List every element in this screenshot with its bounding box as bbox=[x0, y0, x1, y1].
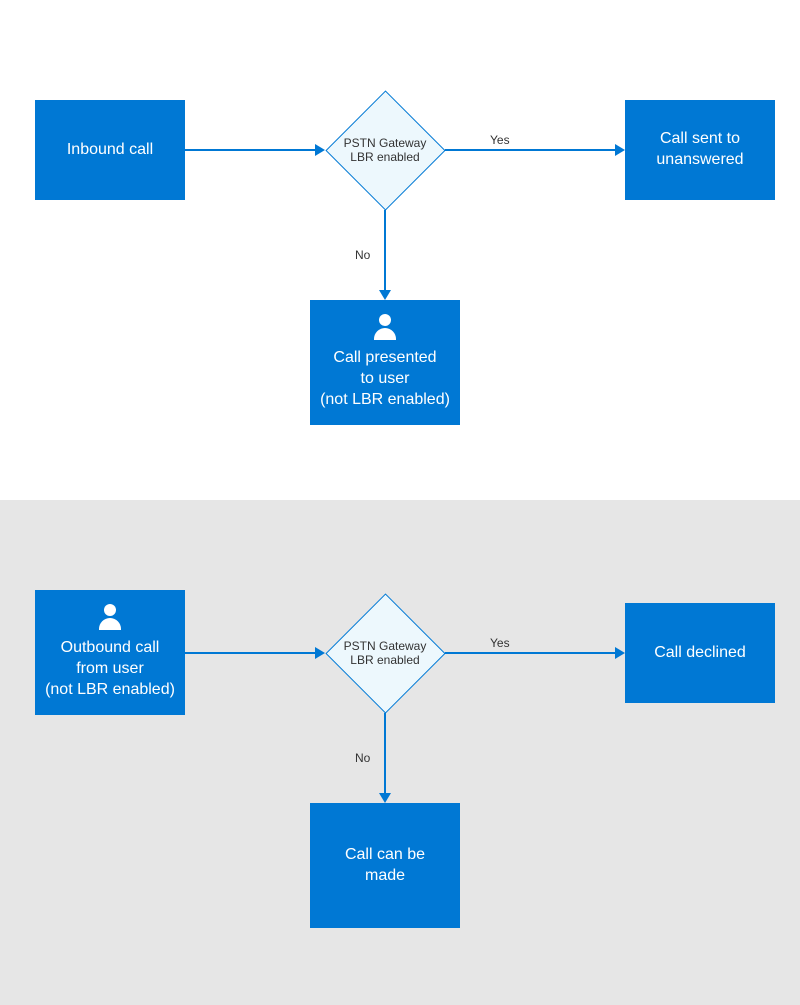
user-icon bbox=[96, 604, 124, 632]
decision-line2-top: LBR enabled bbox=[344, 150, 427, 164]
call-presented-line1: Call presented bbox=[333, 348, 436, 369]
arrow-no-bottom bbox=[384, 713, 386, 793]
call-made-line1: Call can be bbox=[345, 845, 425, 866]
call-presented-line2: to user bbox=[361, 369, 410, 390]
outbound-flow-section: Outbound call from user (not LBR enabled… bbox=[0, 500, 800, 1005]
outbound-line3: (not LBR enabled) bbox=[45, 680, 175, 701]
inbound-call-label: Inbound call bbox=[67, 140, 153, 161]
inbound-call-box: Inbound call bbox=[35, 100, 185, 200]
no-label-bottom: No bbox=[355, 751, 370, 765]
outbound-line2: from user bbox=[76, 659, 144, 680]
arrow-outbound-to-decision bbox=[185, 652, 315, 654]
call-declined-label: Call declined bbox=[654, 643, 746, 664]
call-unanswered-box: Call sent to unanswered bbox=[625, 100, 775, 200]
yes-label-bottom: Yes bbox=[490, 636, 510, 650]
arrow-inbound-to-decision bbox=[185, 149, 315, 151]
arrow-no-top bbox=[384, 210, 386, 290]
decision-line2-bottom: LBR enabled bbox=[344, 653, 427, 667]
decision-line1-bottom: PSTN Gateway bbox=[344, 639, 427, 653]
outbound-line1: Outbound call bbox=[61, 638, 160, 659]
arrow-yes-bottom bbox=[445, 652, 615, 654]
call-declined-box: Call declined bbox=[625, 603, 775, 703]
outbound-call-box: Outbound call from user (not LBR enabled… bbox=[35, 590, 185, 715]
arrow-yes-top bbox=[445, 149, 615, 151]
call-unanswered-line2: unanswered bbox=[656, 150, 743, 171]
call-presented-line3: (not LBR enabled) bbox=[320, 390, 450, 411]
inbound-flow-section: Inbound call PSTN Gateway LBR enabled Ye… bbox=[0, 0, 800, 500]
arrow-head-yes-bottom bbox=[615, 647, 625, 659]
decision-line1-top: PSTN Gateway bbox=[344, 136, 427, 150]
no-label-top: No bbox=[355, 248, 370, 262]
diamond-text: PSTN Gateway LBR enabled bbox=[344, 639, 427, 668]
pstn-gateway-decision-top: PSTN Gateway LBR enabled bbox=[325, 90, 445, 210]
arrow-head-outbound bbox=[315, 647, 325, 659]
call-can-be-made-box: Call can be made bbox=[310, 803, 460, 928]
diamond-text: PSTN Gateway LBR enabled bbox=[344, 136, 427, 165]
yes-label-top: Yes bbox=[490, 133, 510, 147]
user-icon bbox=[371, 314, 399, 342]
arrow-head-no-top bbox=[379, 290, 391, 300]
call-unanswered-line1: Call sent to bbox=[660, 129, 740, 150]
pstn-gateway-decision-bottom: PSTN Gateway LBR enabled bbox=[325, 593, 445, 713]
arrow-head-no-bottom bbox=[379, 793, 391, 803]
arrow-head-yes-top bbox=[615, 144, 625, 156]
call-made-line2: made bbox=[365, 866, 405, 887]
call-presented-box: Call presented to user (not LBR enabled) bbox=[310, 300, 460, 425]
arrow-head-inbound bbox=[315, 144, 325, 156]
